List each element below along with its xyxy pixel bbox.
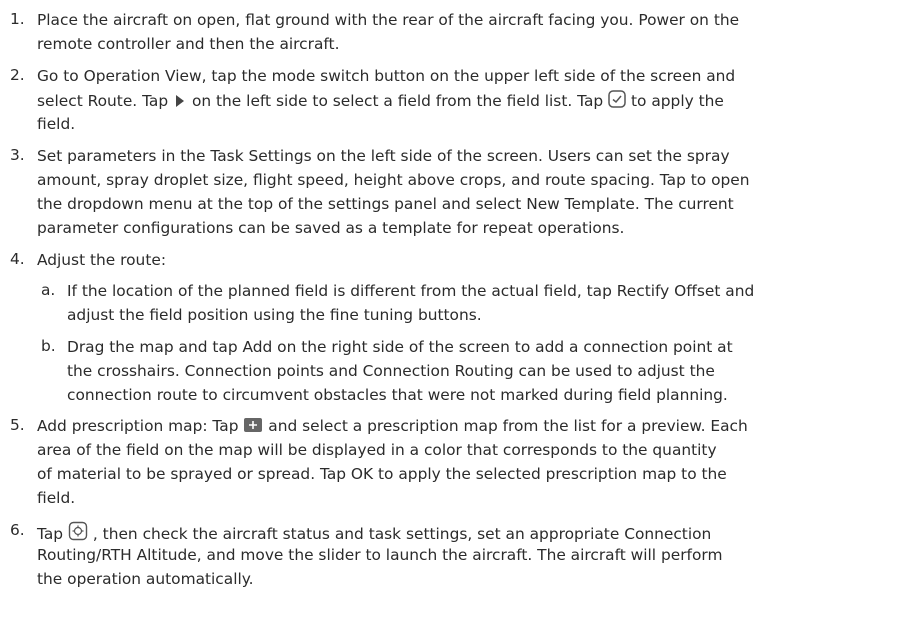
step-text-with-icons: Tap , then check the aircraft status and… (37, 521, 711, 546)
step-text: Routing/RTH Altitude, and move the slide… (37, 546, 723, 564)
step-text: and select a prescription map from the l… (268, 417, 748, 435)
substep-letter: b. (41, 337, 56, 355)
step-number: 3. (10, 146, 25, 164)
step-number: 5. (10, 416, 25, 434)
step-text: Go to Operation View, tap the mode switc… (37, 67, 736, 85)
step-text: the dropdown menu at the top of the sett… (37, 195, 734, 213)
instruction-document: 1. Place the aircraft on open, flat grou… (0, 0, 908, 639)
step-text: the crosshairs. Connection points and Co… (67, 362, 715, 380)
step-number: 2. (10, 66, 25, 84)
step-text: Drag the map and tap Add on the right si… (67, 338, 733, 356)
step-text: Place the aircraft on open, flat ground … (37, 11, 740, 29)
prescription-map-add-icon (243, 417, 263, 438)
step-text: Adjust the route: (37, 251, 167, 269)
step-text: Set parameters in the Task Settings on t… (37, 147, 730, 165)
step-text: to apply the (631, 92, 724, 110)
step-number: 1. (10, 10, 25, 28)
step-number: 6. (10, 521, 25, 539)
step-text: field. (37, 489, 76, 507)
step-text: of material to be sprayed or spread. Tap… (37, 465, 727, 483)
step-text: connection route to circumvent obstacles… (67, 386, 728, 404)
step-text: , then check the aircraft status and tas… (92, 525, 712, 543)
step-text: remote controller and then the aircraft. (37, 35, 340, 53)
substep-letter: a. (41, 281, 56, 299)
step-text: area of the field on the map will be dis… (37, 441, 717, 459)
step-text: amount, spray droplet size, flight speed… (37, 171, 750, 189)
step-text-with-icons: select Route. Tap on the left side to se… (37, 90, 724, 113)
checkbox-apply-icon (608, 90, 626, 113)
takeoff-icon (68, 521, 88, 546)
step-text: Add prescription map: Tap (37, 417, 239, 435)
step-text: parameter configurations can be saved as… (37, 219, 625, 237)
step-text-with-icons: Add prescription map: Tap and select a p… (37, 416, 748, 438)
step-text: the operation automatically. (37, 570, 254, 588)
step-text: on the left side to select a field from … (191, 92, 604, 110)
step-number: 4. (10, 250, 25, 268)
step-text: field. (37, 115, 76, 133)
step-text: select Route. Tap (37, 92, 169, 110)
step-text: adjust the field position using the fine… (67, 306, 482, 324)
play-arrow-icon (176, 95, 185, 107)
step-text: If the location of the planned field is … (67, 282, 755, 300)
step-text: Tap (37, 525, 64, 543)
